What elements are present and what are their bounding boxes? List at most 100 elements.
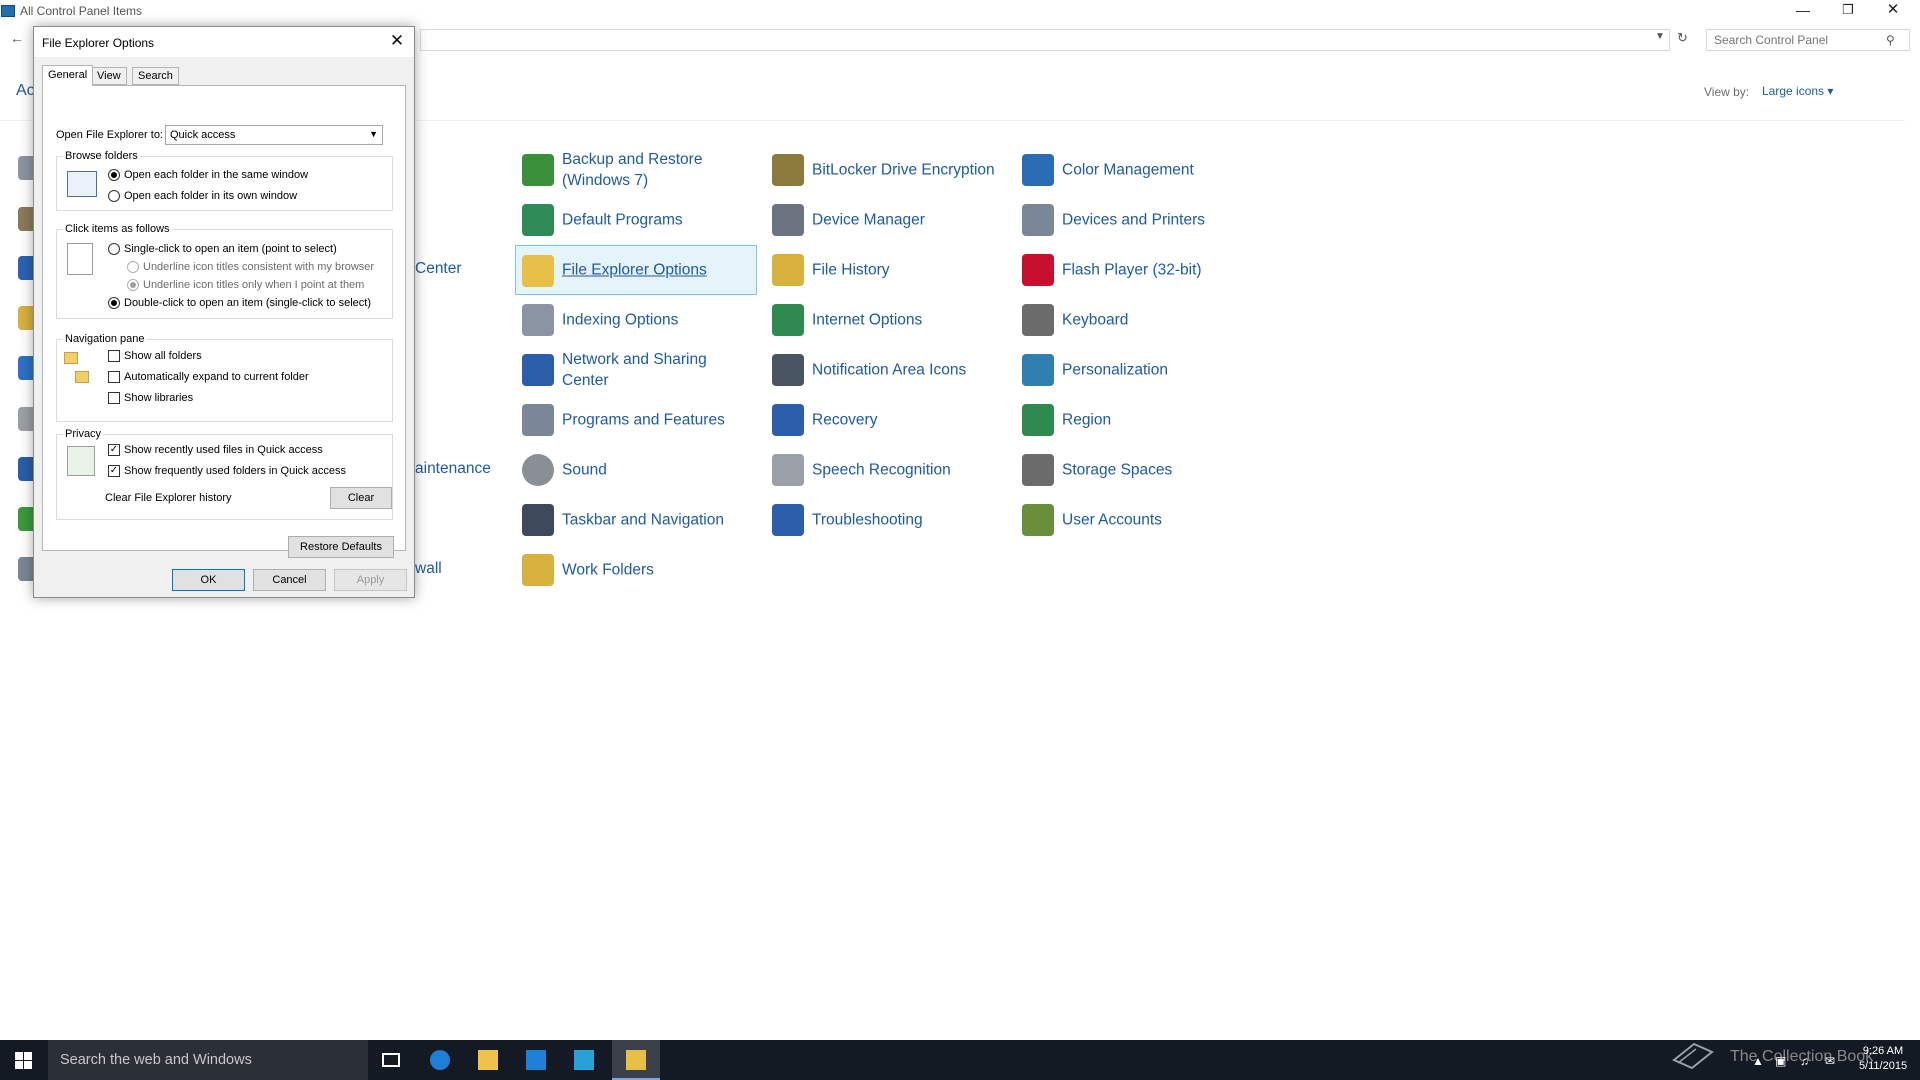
volume-icon[interactable]: ♫ <box>1800 1054 1809 1068</box>
ok-button[interactable]: OK <box>172 569 245 591</box>
show-libraries-label[interactable]: Show libraries <box>124 392 193 404</box>
address-bar[interactable] <box>420 29 1670 51</box>
frequent-folders-label[interactable]: Show frequently used folders in Quick ac… <box>124 465 346 477</box>
recent-files-label[interactable]: Show recently used files in Quick access <box>124 444 323 456</box>
item-recovery[interactable]: Recovery <box>766 395 1008 445</box>
double-click-label[interactable]: Double-click to open an item (single-cli… <box>124 297 371 309</box>
item-indexing-options[interactable]: Indexing Options <box>516 295 758 345</box>
auto-expand-checkbox[interactable] <box>108 371 120 383</box>
item-bitlocker[interactable]: BitLocker Drive Encryption <box>766 145 1008 195</box>
restore-button[interactable]: ❐ <box>1825 0 1871 22</box>
refresh-icon[interactable]: ↻ <box>1677 30 1688 46</box>
item-programs-features[interactable]: Programs and Features <box>516 395 758 445</box>
show-all-folders-label[interactable]: Show all folders <box>124 350 202 362</box>
view-by-label: View by: <box>1704 85 1750 99</box>
store-button[interactable] <box>512 1040 560 1080</box>
address-dropdown-icon[interactable]: ▼ <box>1655 31 1665 42</box>
minimize-button[interactable]: — <box>1780 0 1826 22</box>
same-window-radio[interactable] <box>108 169 120 181</box>
auto-expand-label[interactable]: Automatically expand to current folder <box>124 371 309 383</box>
browser-icon <box>430 1050 450 1070</box>
item-file-history[interactable]: File History <box>766 245 1008 295</box>
start-button[interactable] <box>0 1040 48 1080</box>
own-window-radio[interactable] <box>108 190 120 202</box>
item-keyboard[interactable]: Keyboard <box>1016 295 1258 345</box>
close-button[interactable]: ✕ <box>1870 0 1916 22</box>
cancel-button[interactable]: Cancel <box>253 569 326 591</box>
search-input[interactable] <box>1706 29 1910 51</box>
navigation-pane-group: Navigation pane Show all folders Automat… <box>56 333 393 422</box>
tab-search[interactable]: Search <box>132 67 179 85</box>
group-title: Click items as follows <box>63 223 172 235</box>
item-file-explorer-options[interactable]: File Explorer Options <box>515 245 757 295</box>
dialog-close-button[interactable]: ✕ <box>384 30 410 54</box>
edge-button[interactable] <box>416 1040 464 1080</box>
file-history-icon <box>772 254 804 286</box>
item-sound[interactable]: Sound <box>516 445 758 495</box>
partial-item-label[interactable]: aintenance <box>415 460 491 478</box>
underline-point-label[interactable]: Underline icon titles only when I point … <box>143 279 364 291</box>
taskbar-search-box[interactable]: Search the web and Windows <box>48 1040 368 1080</box>
show-libraries-checkbox[interactable] <box>108 392 120 404</box>
search-icon[interactable]: ⚲ <box>1886 33 1895 47</box>
item-speech-recognition[interactable]: Speech Recognition <box>766 445 1008 495</box>
single-click-label[interactable]: Single-click to open an item (point to s… <box>124 243 337 255</box>
item-personalization[interactable]: Personalization <box>1016 345 1258 395</box>
notification-icon[interactable]: ✉ <box>1825 1054 1835 1068</box>
item-internet-options[interactable]: Internet Options <box>766 295 1008 345</box>
notification-area-icon <box>772 354 804 386</box>
item-label: Storage Spaces <box>1062 461 1173 479</box>
item-network-sharing[interactable]: Network and Sharing Center <box>516 345 758 395</box>
item-color-management[interactable]: Color Management <box>1016 145 1258 195</box>
single-click-radio[interactable] <box>108 243 120 255</box>
show-all-folders-checkbox[interactable] <box>108 350 120 362</box>
item-label: Internet Options <box>812 311 923 329</box>
item-troubleshooting[interactable]: Troubleshooting <box>766 495 1008 545</box>
underline-point-radio[interactable] <box>127 279 139 291</box>
item-backup-and-restore[interactable]: Backup and Restore (Windows 7) <box>516 145 758 195</box>
folder-options-icon <box>626 1050 646 1070</box>
restore-defaults-button[interactable]: Restore Defaults <box>288 536 394 558</box>
open-explorer-select[interactable]: Quick access ▼ <box>165 125 383 145</box>
frequent-folders-checkbox[interactable]: ✓ <box>108 465 120 477</box>
folder-icon <box>64 352 78 364</box>
item-work-folders[interactable]: Work Folders <box>516 545 758 595</box>
apply-button[interactable]: Apply <box>334 569 407 591</box>
partial-item-label[interactable]: wall <box>415 560 442 578</box>
partial-item-label[interactable]: Center <box>415 260 462 278</box>
dialog-title: File Explorer Options <box>42 36 155 50</box>
own-window-label[interactable]: Open each folder in its own window <box>124 190 297 202</box>
item-storage-spaces[interactable]: Storage Spaces <box>1016 445 1258 495</box>
control-panel-taskbar-button[interactable] <box>560 1040 608 1080</box>
underline-browser-radio[interactable] <box>127 261 139 273</box>
double-click-radio[interactable] <box>108 297 120 309</box>
item-flash-player[interactable]: Flash Player (32-bit) <box>1016 245 1258 295</box>
chevron-up-icon[interactable]: ▲ <box>1752 1054 1764 1068</box>
recent-files-checkbox[interactable]: ✓ <box>108 444 120 456</box>
task-view-button[interactable] <box>368 1040 416 1080</box>
item-device-manager[interactable]: Device Manager <box>766 195 1008 245</box>
file-explorer-button[interactable] <box>464 1040 512 1080</box>
group-title: Navigation pane <box>63 333 147 345</box>
network-icon[interactable]: ▣ <box>1775 1054 1786 1068</box>
underline-browser-label[interactable]: Underline icon titles consistent with my… <box>143 261 374 273</box>
tab-view[interactable]: View <box>91 67 127 85</box>
item-label: Indexing Options <box>562 311 679 329</box>
same-window-label[interactable]: Open each folder in the same window <box>124 169 308 181</box>
item-label: User Accounts <box>1062 511 1162 529</box>
clock[interactable]: 9:26 AM 5/11/2015 <box>1853 1044 1913 1074</box>
control-panel-icon <box>574 1050 594 1070</box>
item-user-accounts[interactable]: User Accounts <box>1016 495 1258 545</box>
item-default-programs[interactable]: Default Programs <box>516 195 758 245</box>
file-explorer-options-icon <box>522 255 554 287</box>
file-explorer-options-taskbar-button[interactable] <box>612 1040 660 1080</box>
tab-general[interactable]: General <box>42 65 94 86</box>
item-notification-area-icons[interactable]: Notification Area Icons <box>766 345 1008 395</box>
clear-button[interactable]: Clear <box>330 487 392 509</box>
view-by-dropdown[interactable]: Large icons ▾ <box>1762 84 1833 98</box>
item-region[interactable]: Region <box>1016 395 1258 445</box>
item-devices-and-printers[interactable]: Devices and Printers <box>1016 195 1258 245</box>
item-taskbar-navigation[interactable]: Taskbar and Navigation <box>516 495 758 545</box>
back-arrow-icon[interactable]: ← <box>10 30 24 46</box>
item-label: Region <box>1062 411 1112 429</box>
